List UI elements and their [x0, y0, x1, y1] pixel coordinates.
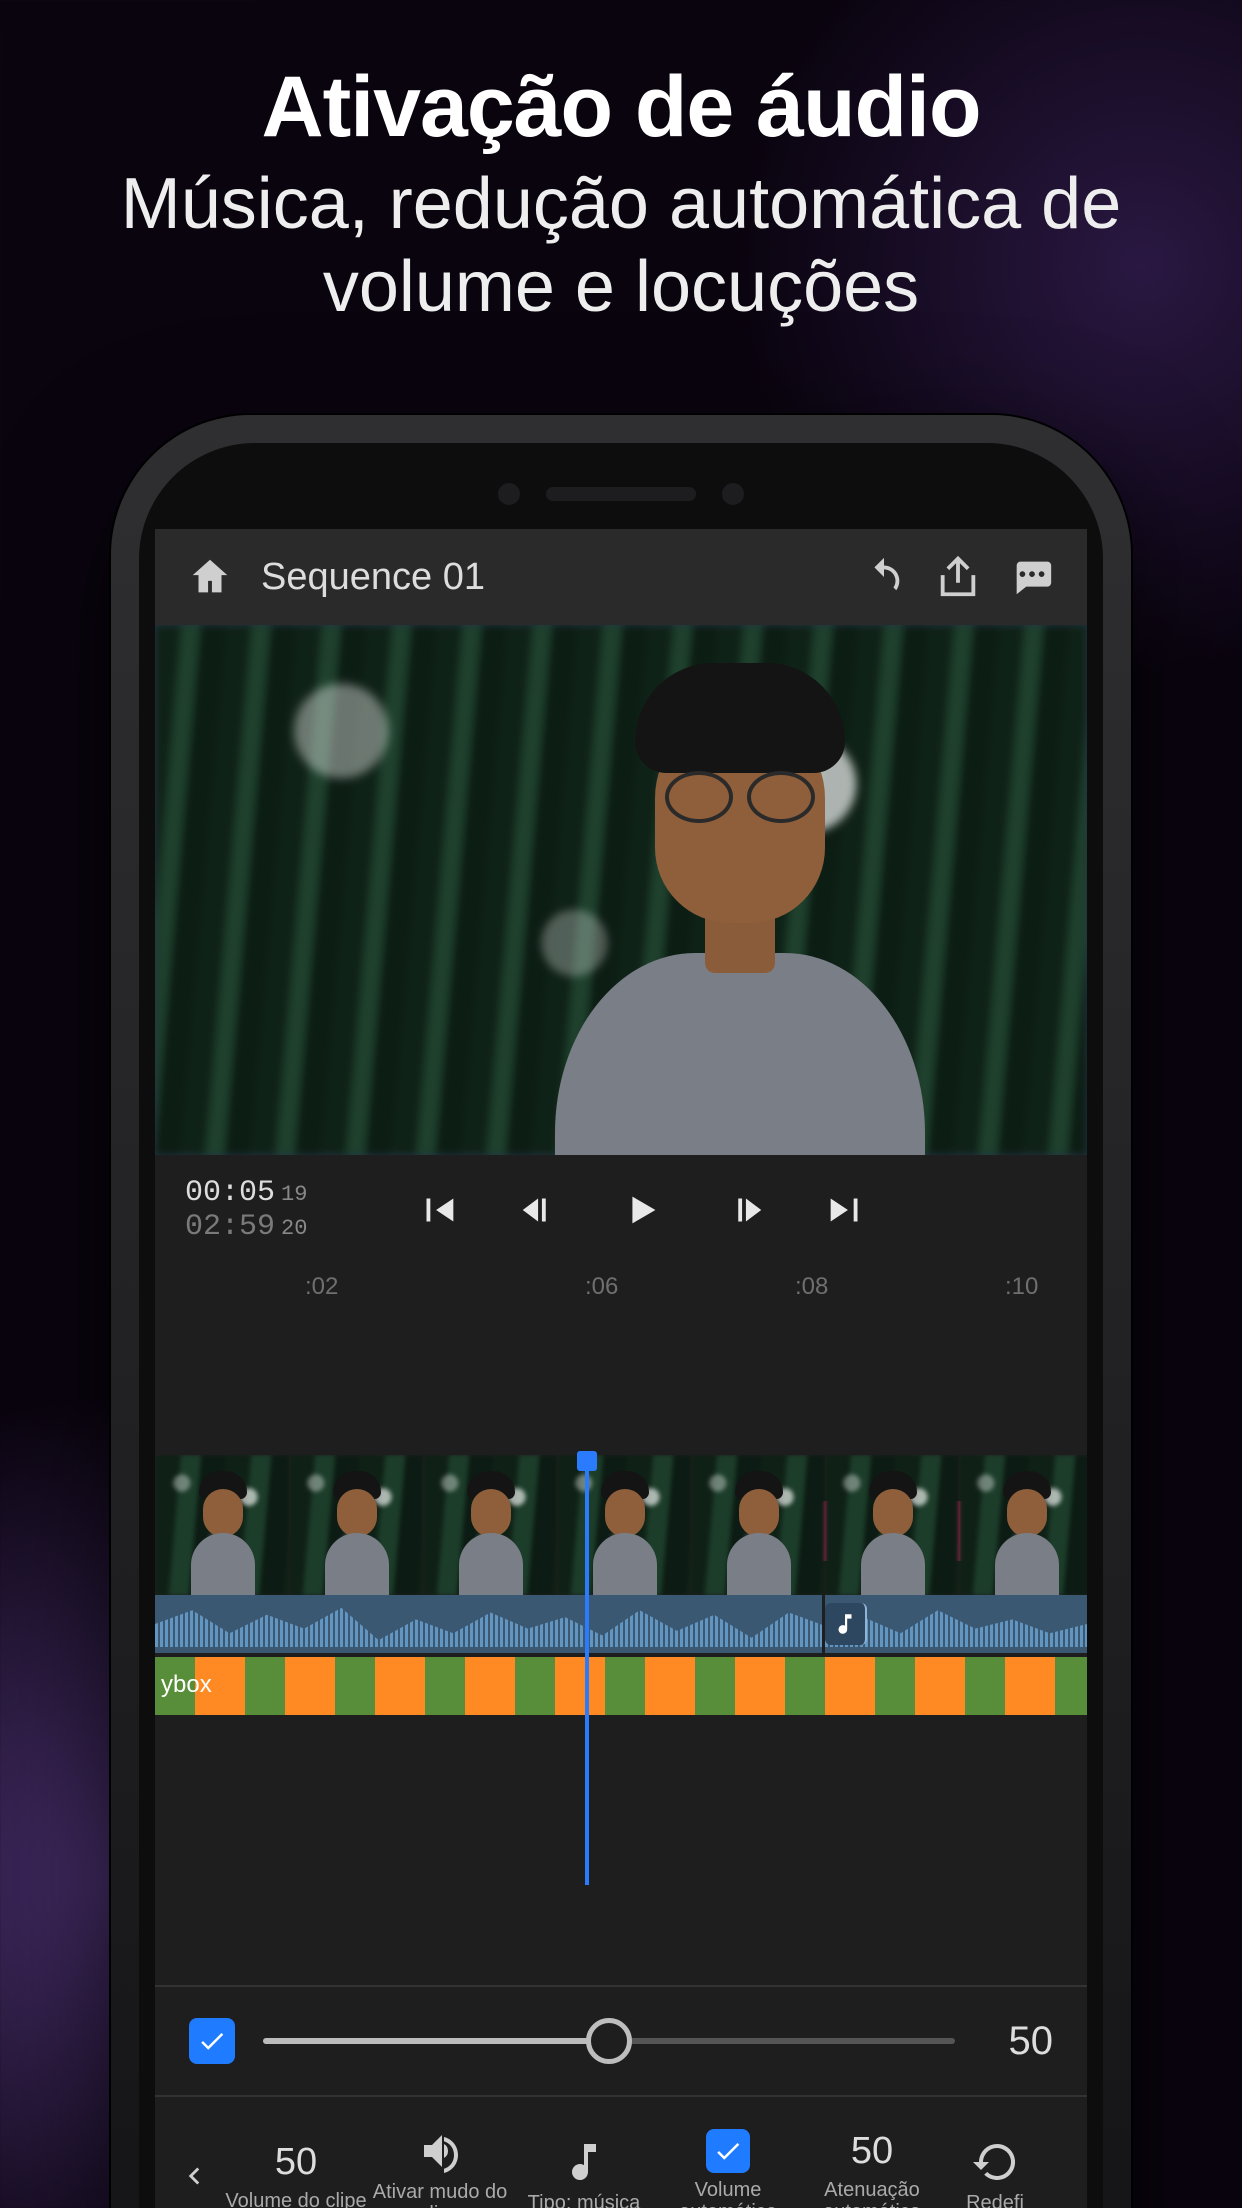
option-reset[interactable]: Redefi: [945, 2138, 1045, 2208]
option-auto-volume[interactable]: Volume automático: [657, 2129, 799, 2208]
option-type-music[interactable]: Tipo: música: [513, 2138, 655, 2208]
timeline[interactable]: Title 01: [155, 1455, 1087, 1885]
transport-bar: 00:0519 02:5920: [155, 1155, 1087, 1265]
playhead[interactable]: [585, 1455, 589, 1885]
skip-start-icon[interactable]: [415, 1187, 461, 1233]
frame-back-icon[interactable]: [517, 1187, 563, 1233]
promo-headline: Ativação de áudio: [0, 58, 1242, 157]
option-volume-clip[interactable]: 50 Volume do clipe: [225, 2141, 367, 2208]
auto-volume-checkbox[interactable]: [706, 2129, 750, 2173]
video-preview[interactable]: [155, 625, 1087, 1155]
timecode: 00:0519 02:5920: [185, 1176, 307, 1245]
sequence-title[interactable]: Sequence 01: [261, 556, 833, 599]
volume-slider[interactable]: [263, 2038, 955, 2044]
speaker-icon: [416, 2127, 464, 2175]
promo-subline: Música, redução automática de volume e l…: [0, 163, 1242, 329]
chat-icon[interactable]: [1009, 554, 1055, 600]
audio-track-1[interactable]: [155, 1595, 1087, 1653]
chevron-left-icon[interactable]: [163, 2159, 223, 2193]
skip-end-icon[interactable]: [823, 1187, 869, 1233]
music-note-icon: [560, 2138, 608, 2186]
slider-enable-checkbox[interactable]: [189, 2018, 235, 2064]
slider-value: 50: [983, 2019, 1053, 2064]
music-note-icon[interactable]: [825, 1603, 867, 1645]
app-bar: Sequence 01: [155, 529, 1087, 625]
option-auto-attenuation[interactable]: 50 Atenuação automática: [801, 2130, 943, 2208]
phone-frame: Sequence 01: [111, 415, 1131, 2208]
app-screen: Sequence 01: [155, 529, 1087, 2208]
phone-sensors: [155, 459, 1087, 529]
audio-track-2[interactable]: ybox: [155, 1657, 1087, 1715]
volume-slider-row: 50: [155, 1985, 1087, 2095]
home-icon[interactable]: [187, 554, 233, 600]
audio-options-strip: 50 Volume do clipe Ativar mudo do clipe …: [155, 2095, 1087, 2208]
share-icon[interactable]: [935, 554, 981, 600]
undo-icon[interactable]: [861, 554, 907, 600]
reset-icon: [971, 2138, 1019, 2186]
time-ruler[interactable]: :02 :06 :08 :10: [155, 1265, 1087, 1325]
option-mute-clip[interactable]: Ativar mudo do clipe: [369, 2127, 511, 2208]
play-icon[interactable]: [619, 1187, 665, 1233]
video-track[interactable]: [155, 1455, 1087, 1595]
frame-fwd-icon[interactable]: [721, 1187, 767, 1233]
slider-knob[interactable]: [586, 2018, 632, 2064]
music-strip-label: ybox: [161, 1671, 212, 1699]
